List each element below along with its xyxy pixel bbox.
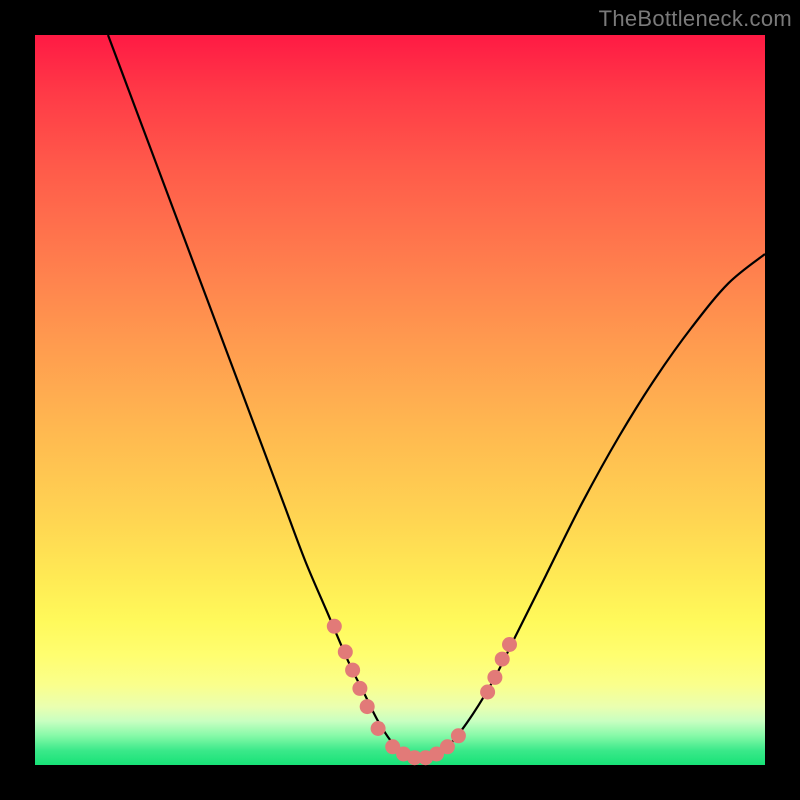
data-marker — [502, 637, 517, 652]
data-marker — [360, 699, 375, 714]
data-marker — [487, 670, 502, 685]
data-marker — [327, 619, 342, 634]
data-marker — [371, 721, 386, 736]
bottleneck-curve — [108, 35, 765, 758]
marker-group — [327, 619, 517, 765]
data-marker — [345, 663, 360, 678]
chart-svg — [35, 35, 765, 765]
data-marker — [451, 728, 466, 743]
plot-area — [35, 35, 765, 765]
data-marker — [480, 685, 495, 700]
data-marker — [338, 644, 353, 659]
watermark-text: TheBottleneck.com — [599, 6, 792, 32]
data-marker — [440, 739, 455, 754]
data-marker — [352, 681, 367, 696]
data-marker — [495, 652, 510, 667]
chart-frame: TheBottleneck.com — [0, 0, 800, 800]
